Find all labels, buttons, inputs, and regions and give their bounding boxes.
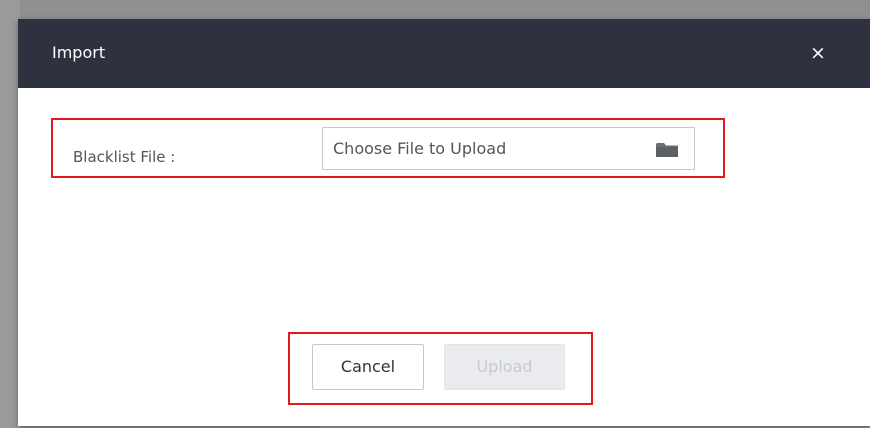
upload-button[interactable]: Upload <box>444 344 565 390</box>
file-picker-placeholder: Choose File to Upload <box>333 139 507 158</box>
import-dialog: Import × Blacklist File : Choose File to… <box>18 19 870 426</box>
folder-icon <box>656 143 678 157</box>
dialog-title: Import <box>52 43 106 62</box>
cancel-button[interactable]: Cancel <box>312 344 424 390</box>
file-upload-picker[interactable]: Choose File to Upload <box>322 127 695 170</box>
background-page-edge <box>0 0 20 428</box>
blacklist-file-label: Blacklist File : <box>73 148 176 166</box>
dialog-header: Import × <box>18 19 870 88</box>
close-icon[interactable]: × <box>802 37 834 69</box>
